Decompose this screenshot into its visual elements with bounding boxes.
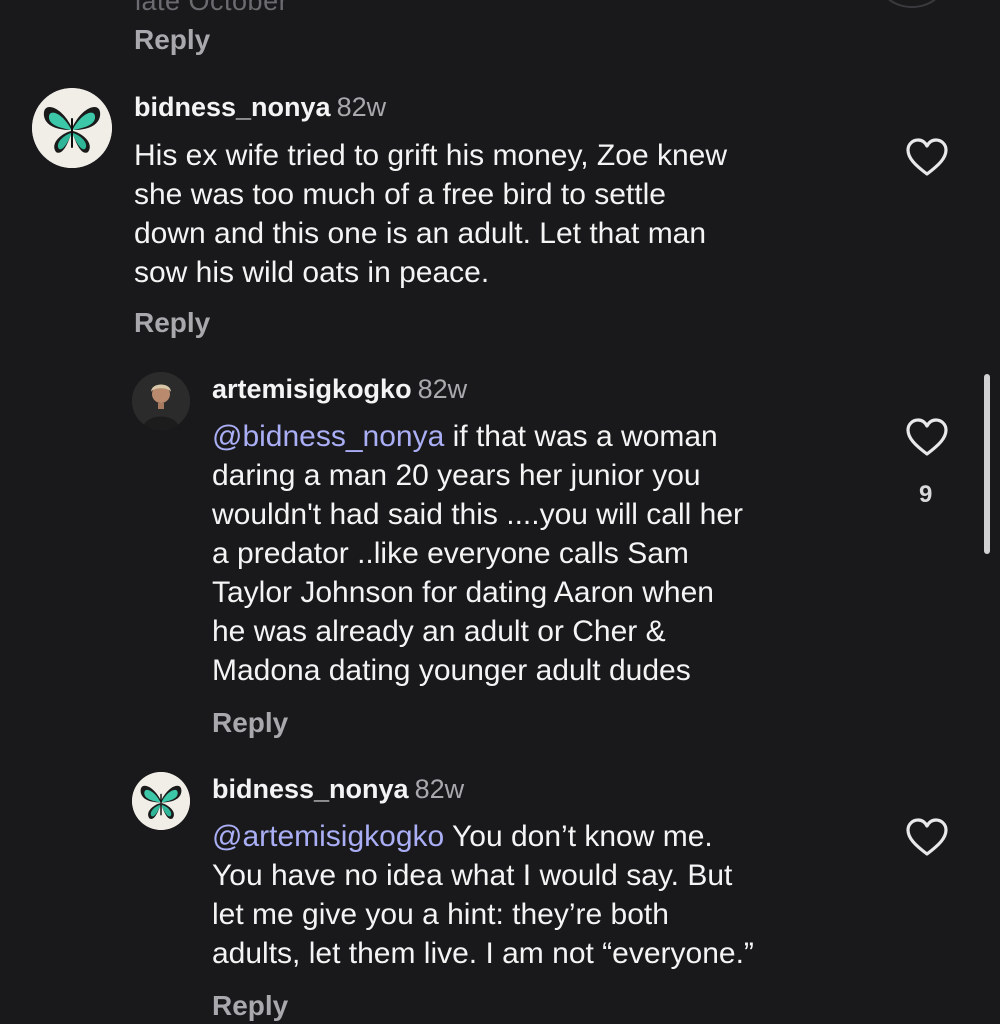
comment-reply: bidness_nonya 82w @artemisigkogko You don… — [0, 750, 1000, 1024]
comment-line: let me give you a hint: they’re both — [212, 898, 669, 931]
comment-line: down and this one is an adult. Let that … — [134, 217, 707, 250]
mention-link[interactable]: @artemisigkogko — [212, 820, 444, 853]
comment-reply: artemisigkogko 82w @bidness_nonya if that… — [0, 350, 1000, 750]
comment-line: His ex wife tried to grift his money, Zo… — [134, 139, 727, 172]
comment-text: @artemisigkogko You don’t know me. You h… — [212, 817, 892, 973]
comment-line: Taylor Johnson for dating Aaron when — [212, 576, 714, 609]
comment-header: bidness_nonya 82w — [212, 774, 464, 805]
timestamp: 82w — [417, 374, 468, 404]
avatar[interactable] — [132, 772, 190, 830]
like-button[interactable] — [905, 138, 949, 183]
comment-line: he was already an adult or Cher & — [212, 615, 666, 648]
like-button[interactable] — [905, 418, 949, 463]
mention-link[interactable]: @bidness_nonya — [212, 420, 444, 453]
person-photo-icon — [132, 372, 190, 430]
comment-line: @bidness_nonya if that was a woman — [212, 417, 892, 456]
comment-line: sow his wild oats in peace. — [134, 256, 490, 289]
heart-icon — [906, 138, 948, 176]
reply-button[interactable]: Reply — [212, 990, 288, 1022]
comment-text: His ex wife tried to grift his money, Zo… — [134, 136, 874, 292]
butterfly-icon — [132, 772, 190, 830]
comment-line-text: if that was a woman — [444, 420, 718, 453]
comment-line: @artemisigkogko You don’t know me. — [212, 817, 892, 856]
comment-line: a predator ..like everyone calls Sam — [212, 537, 689, 570]
comment-line: adults, let them live. I am not “everyon… — [212, 937, 754, 970]
username[interactable]: bidness_nonya — [212, 774, 409, 804]
comment-line: daring a man 20 years her junior you — [212, 459, 701, 492]
butterfly-icon — [32, 88, 112, 168]
comment: bidness_nonya 82w His ex wife tried to gr… — [0, 0, 1000, 350]
comment-line: wouldn't had said this ....you will call… — [212, 498, 743, 531]
reply-button[interactable]: Reply — [134, 307, 210, 339]
comment-header: artemisigkogko 82w — [212, 374, 467, 405]
like-count: 9 — [919, 481, 933, 508]
comment-line: she was too much of a free bird to settl… — [134, 178, 666, 211]
timestamp: 82w — [336, 92, 387, 122]
comment-line-text: You don’t know me. — [444, 820, 713, 853]
comment-line: You have no idea what I would say. But — [212, 859, 733, 892]
reply-button[interactable]: Reply — [212, 707, 288, 739]
comment-line: Madona dating younger adult dudes — [212, 654, 691, 687]
scrollbar[interactable] — [984, 374, 990, 554]
comments-thread: late October Reply bidness_nonya 82w His … — [0, 0, 1000, 1024]
username[interactable]: bidness_nonya — [134, 92, 331, 122]
avatar[interactable] — [32, 88, 112, 168]
heart-icon — [906, 418, 948, 456]
comment-text: @bidness_nonya if that was a woman darin… — [212, 417, 892, 690]
comment-header: bidness_nonya 82w — [134, 92, 386, 123]
like-button[interactable] — [905, 818, 949, 863]
avatar[interactable] — [132, 372, 190, 430]
username[interactable]: artemisigkogko — [212, 374, 412, 404]
heart-icon — [906, 818, 948, 856]
timestamp: 82w — [414, 774, 465, 804]
